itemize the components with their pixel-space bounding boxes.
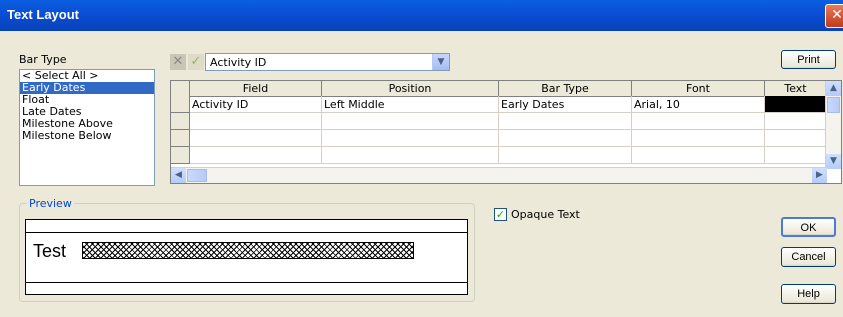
empty-cell[interactable] [632, 113, 765, 130]
column-header-font[interactable]: Font [632, 81, 765, 96]
empty-cell[interactable] [765, 113, 827, 130]
scroll-thumb[interactable] [187, 169, 207, 182]
chevron-down-icon[interactable]: ▼ [432, 54, 449, 70]
cell-field[interactable]: Activity ID [190, 96, 322, 113]
field-dropdown-value: Activity ID [210, 56, 267, 69]
cell-bar-type[interactable]: Early Dates [499, 96, 632, 113]
empty-cell[interactable] [499, 113, 632, 130]
cell-text-color-swatch[interactable] [765, 96, 827, 113]
grid-corner [171, 81, 190, 96]
scroll-thumb[interactable] [827, 97, 840, 113]
row-header[interactable] [171, 113, 190, 130]
grid-header: Field Position Bar Type Font Text [171, 81, 827, 97]
scroll-right-icon[interactable]: ▶ [812, 168, 827, 183]
preview-bar [82, 242, 414, 259]
bar-type-label: Bar Type [19, 53, 67, 66]
empty-cell[interactable] [765, 130, 827, 147]
row-header[interactable] [171, 96, 190, 113]
preview-canvas: Test [25, 219, 468, 295]
scroll-left-icon[interactable]: ◀ [171, 168, 186, 183]
help-button[interactable]: Help [781, 284, 836, 304]
preview-sample-text: Test [33, 241, 67, 261]
bar-type-list[interactable]: < Select All > Early Dates Float Late Da… [19, 69, 155, 186]
scroll-up-icon[interactable]: ▲ [826, 81, 841, 96]
empty-cell[interactable] [499, 130, 632, 147]
window-title: Text Layout [7, 7, 79, 22]
close-button[interactable]: ✕ [825, 4, 843, 28]
empty-cell[interactable] [322, 147, 499, 164]
close-icon: ✕ [831, 7, 843, 23]
empty-cell[interactable] [765, 147, 827, 164]
opaque-text-checkbox[interactable]: ✓ [494, 208, 507, 221]
empty-cell[interactable] [632, 147, 765, 164]
horizontal-scrollbar[interactable]: ◀ ▶ [171, 167, 827, 183]
field-dropdown[interactable]: Activity ID ▼ [205, 53, 450, 71]
text-layout-grid[interactable]: Field Position Bar Type Font Text Activi… [170, 80, 842, 184]
column-header-bar-type[interactable]: Bar Type [499, 81, 632, 96]
cell-position[interactable]: Left Middle [322, 96, 499, 113]
empty-cell[interactable] [190, 147, 322, 164]
empty-cell[interactable] [190, 113, 322, 130]
preview-label: Preview [27, 197, 74, 210]
column-header-field[interactable]: Field [190, 81, 322, 96]
empty-cell[interactable] [322, 113, 499, 130]
opaque-text-label[interactable]: Opaque Text [511, 208, 580, 221]
cell-font[interactable]: Arial, 10 [632, 96, 765, 113]
column-header-position[interactable]: Position [322, 81, 499, 96]
preview-divider [26, 232, 467, 233]
print-button[interactable]: Print [781, 50, 836, 69]
column-header-text[interactable]: Text [765, 81, 827, 96]
bar-type-item-milestone-below[interactable]: Milestone Below [20, 130, 154, 142]
row-header[interactable] [171, 147, 190, 164]
ok-button[interactable]: OK [781, 217, 836, 237]
row-header[interactable] [171, 130, 190, 147]
empty-cell[interactable] [499, 147, 632, 164]
cancel-button[interactable]: Cancel [781, 247, 836, 267]
scroll-down-icon[interactable]: ▼ [826, 154, 841, 169]
x-icon[interactable]: ✕ [170, 54, 186, 70]
check-icon[interactable]: ✓ [188, 54, 204, 70]
check-icon: ✓ [495, 208, 506, 221]
vertical-scrollbar[interactable]: ▲ ▼ [825, 81, 841, 169]
preview-divider [26, 282, 467, 283]
title-bar: Text Layout ✕ [0, 0, 843, 31]
empty-cell[interactable] [190, 130, 322, 147]
empty-cell[interactable] [322, 130, 499, 147]
empty-cell[interactable] [632, 130, 765, 147]
